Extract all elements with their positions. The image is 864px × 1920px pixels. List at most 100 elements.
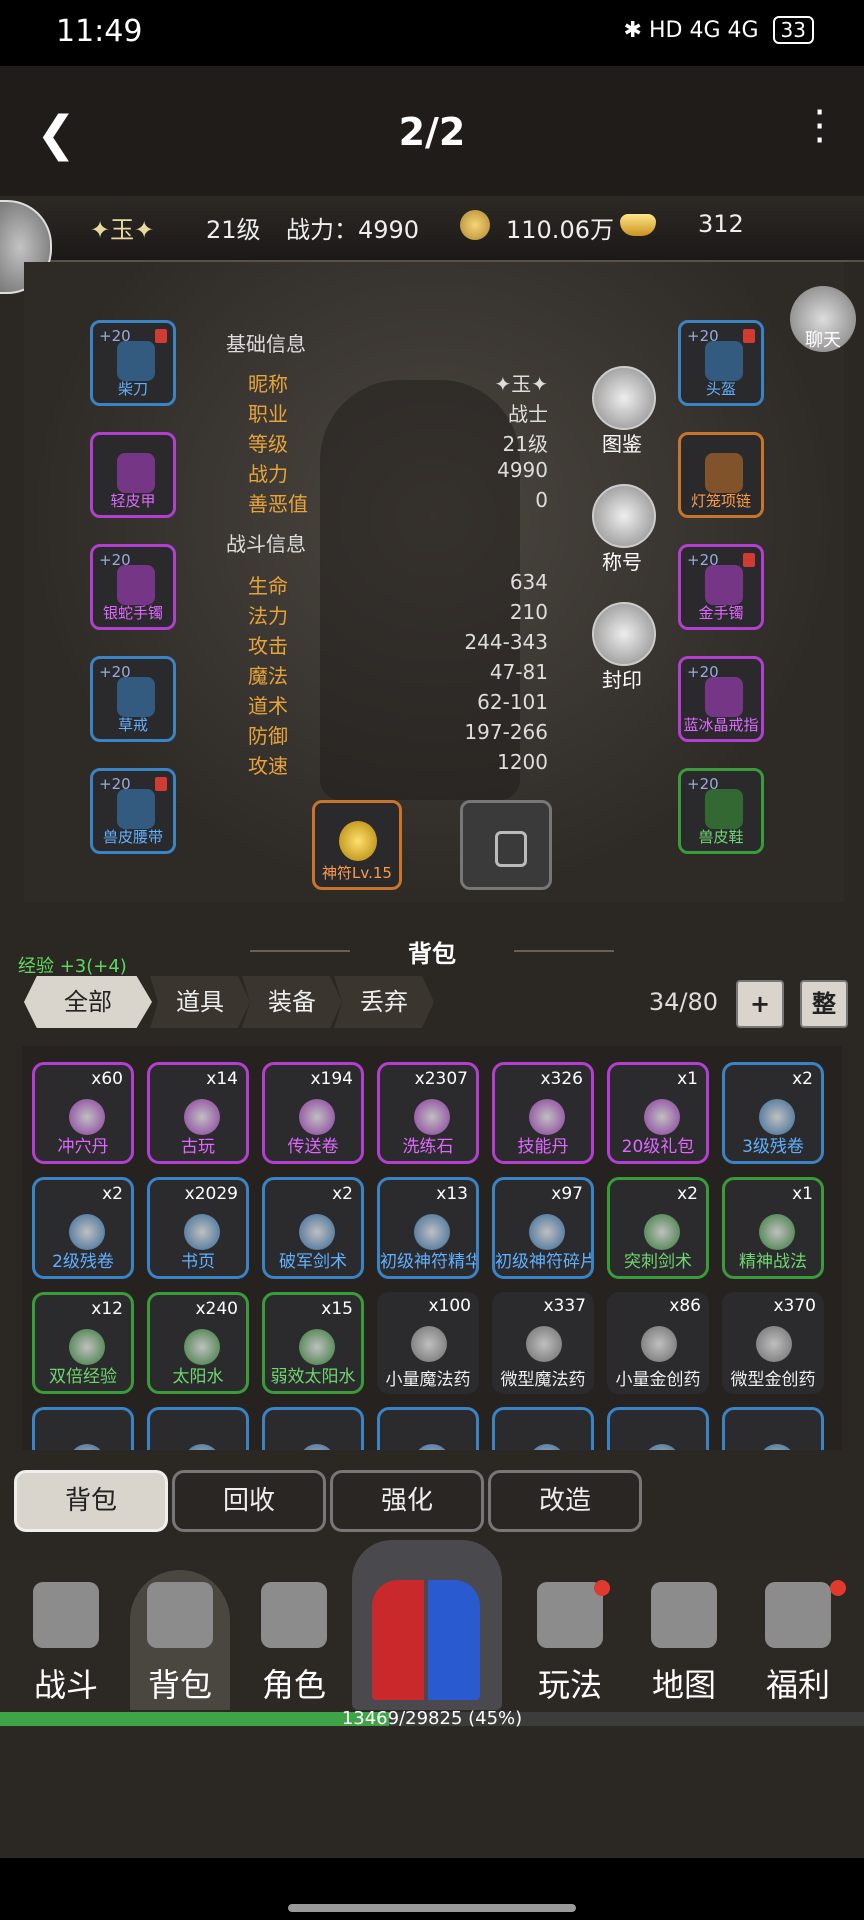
bag-item[interactable]	[32, 1407, 134, 1450]
bag-item[interactable]: x2 2级残卷	[32, 1177, 134, 1279]
bag-item[interactable]: x12 双倍经验	[32, 1292, 134, 1394]
combat-info-title: 战斗信息	[226, 532, 306, 556]
nav-backpack[interactable]: 背包	[130, 1570, 230, 1710]
equipment-slot[interactable]: 轻皮甲	[90, 432, 176, 518]
bag-item[interactable]: x1 精神战法	[722, 1177, 824, 1279]
codex-button[interactable]	[592, 366, 656, 430]
bag-item[interactable]: x2 破军剑术	[262, 1177, 364, 1279]
chat-button[interactable]: 聊天	[790, 286, 856, 352]
lock-icon	[155, 777, 167, 791]
bag-item[interactable]: x13 初级神符精华	[377, 1177, 479, 1279]
item-name: 2级残卷	[52, 1252, 114, 1272]
equipment-slot[interactable]: +20 兽皮腰带	[90, 768, 176, 854]
item-art	[69, 1099, 105, 1135]
item-name: 小量金创药	[615, 1370, 701, 1390]
seal-button[interactable]	[592, 602, 656, 666]
bag-item[interactable]: x100 小量魔法药	[377, 1292, 479, 1394]
bag-item[interactable]: x1 20级礼包	[607, 1062, 709, 1164]
item-quantity: x12	[91, 1299, 123, 1319]
bag-item[interactable]: x2 突刺剑术	[607, 1177, 709, 1279]
stat-value: 21级	[502, 432, 548, 456]
bag-item[interactable]: x60 冲穴丹	[32, 1062, 134, 1164]
nav-map-pin[interactable]: 地图	[634, 1570, 734, 1710]
bag-item[interactable]: x2029 书页	[147, 1177, 249, 1279]
bag-action-button[interactable]: 背包	[14, 1470, 168, 1532]
item-art	[299, 1099, 335, 1135]
item-art	[299, 1444, 335, 1450]
equipment-slot[interactable]: +20 柴刀	[90, 320, 176, 406]
tab-all[interactable]: 全部	[24, 976, 152, 1028]
bag-item[interactable]: x2 3级残卷	[722, 1062, 824, 1164]
enhance-level: +20	[687, 551, 719, 569]
gold-amount: 110.06万	[506, 216, 614, 244]
stat-value: 47-81	[489, 660, 548, 684]
rune-name: 神符Lv.15	[322, 864, 392, 882]
equipment-slot[interactable]: +20 蓝冰晶戒指	[678, 656, 764, 742]
sort-bag-button[interactable]: 整	[800, 980, 848, 1028]
tab-equipment[interactable]: 装备	[242, 976, 342, 1028]
item-art	[414, 1214, 450, 1250]
expand-bag-button[interactable]: +	[736, 980, 784, 1028]
nav-label: 角色	[261, 1666, 326, 1704]
item-name: 弱效太阳水	[270, 1367, 356, 1387]
locked-slot[interactable]	[460, 800, 552, 890]
portal-gate-icon[interactable]	[352, 1540, 502, 1710]
bag-item[interactable]: x240 太阳水	[147, 1292, 249, 1394]
bag-item[interactable]: x370 微型金创药	[722, 1292, 824, 1394]
title-button[interactable]	[592, 484, 656, 548]
bag-item[interactable]: x15 弱效太阳水	[262, 1292, 364, 1394]
strengthen-button[interactable]: 强化	[330, 1470, 484, 1532]
equipment-slot[interactable]: +20 银蛇手镯	[90, 544, 176, 630]
item-art	[184, 1444, 220, 1450]
stat-label: 防御	[248, 724, 288, 748]
equipment-slot[interactable]: +20 头盔	[678, 320, 764, 406]
nav-label: 战斗	[33, 1666, 98, 1704]
bag-item[interactable]: x14 古玩	[147, 1062, 249, 1164]
stat-label: 生命	[248, 574, 288, 598]
gold-coin-icon[interactable]	[460, 210, 490, 240]
bag-item[interactable]	[607, 1407, 709, 1450]
item-art	[414, 1099, 450, 1135]
stat-value: 4990	[497, 458, 548, 482]
modify-button[interactable]: 改造	[488, 1470, 642, 1532]
bag-item[interactable]: x194 传送卷	[262, 1062, 364, 1164]
more-vertical-icon[interactable]: · · ·	[813, 93, 826, 161]
bag-item[interactable]: x97 初级神符碎片	[492, 1177, 594, 1279]
enhance-level: +20	[99, 327, 131, 345]
bag-item[interactable]	[377, 1407, 479, 1450]
item-art	[641, 1326, 677, 1362]
bag-item[interactable]: x337 微型魔法药	[492, 1292, 594, 1394]
treasure-chest-icon	[765, 1582, 831, 1648]
equipment-slot[interactable]: +20 草戒	[90, 656, 176, 742]
nav-swords[interactable]: 战斗	[16, 1570, 116, 1710]
bag-item[interactable]: x86 小量金创药	[607, 1292, 709, 1394]
equipment-name: 草戒	[117, 716, 148, 734]
tab-items[interactable]: 道具	[150, 976, 250, 1028]
recycle-button[interactable]: 回收	[172, 1470, 326, 1532]
nav-helmet[interactable]: 角色	[244, 1570, 344, 1710]
bag-item[interactable]	[262, 1407, 364, 1450]
enhance-level: +20	[687, 663, 719, 681]
bag-item[interactable]	[492, 1407, 594, 1450]
map-pin-icon	[651, 1582, 717, 1648]
item-name: 洗练石	[402, 1137, 454, 1157]
stat-label: 道术	[248, 694, 288, 718]
bag-item[interactable]: x326 技能丹	[492, 1062, 594, 1164]
bag-item[interactable]: x2307 洗练石	[377, 1062, 479, 1164]
bag-item[interactable]	[147, 1407, 249, 1450]
home-indicator[interactable]	[288, 1904, 576, 1912]
bag-item[interactable]	[722, 1407, 824, 1450]
item-art	[184, 1214, 220, 1250]
rune-slot[interactable]: 神符Lv.15	[312, 800, 402, 890]
network-icons: ✱ HD 4G 4G	[623, 17, 759, 43]
enhance-level: +20	[687, 775, 719, 793]
stat-value: 1200	[497, 750, 548, 774]
stat-value: 62-101	[477, 690, 548, 714]
equipment-slot[interactable]: 灯笼项链	[678, 432, 764, 518]
item-art	[299, 1329, 335, 1365]
bag-title-bar: 背包	[240, 928, 624, 972]
tab-discard[interactable]: 丢弃	[334, 976, 434, 1028]
equipment-slot[interactable]: +20 兽皮鞋	[678, 768, 764, 854]
equipment-slot[interactable]: +20 金手镯	[678, 544, 764, 630]
item-name: 冲穴丹	[57, 1137, 109, 1157]
